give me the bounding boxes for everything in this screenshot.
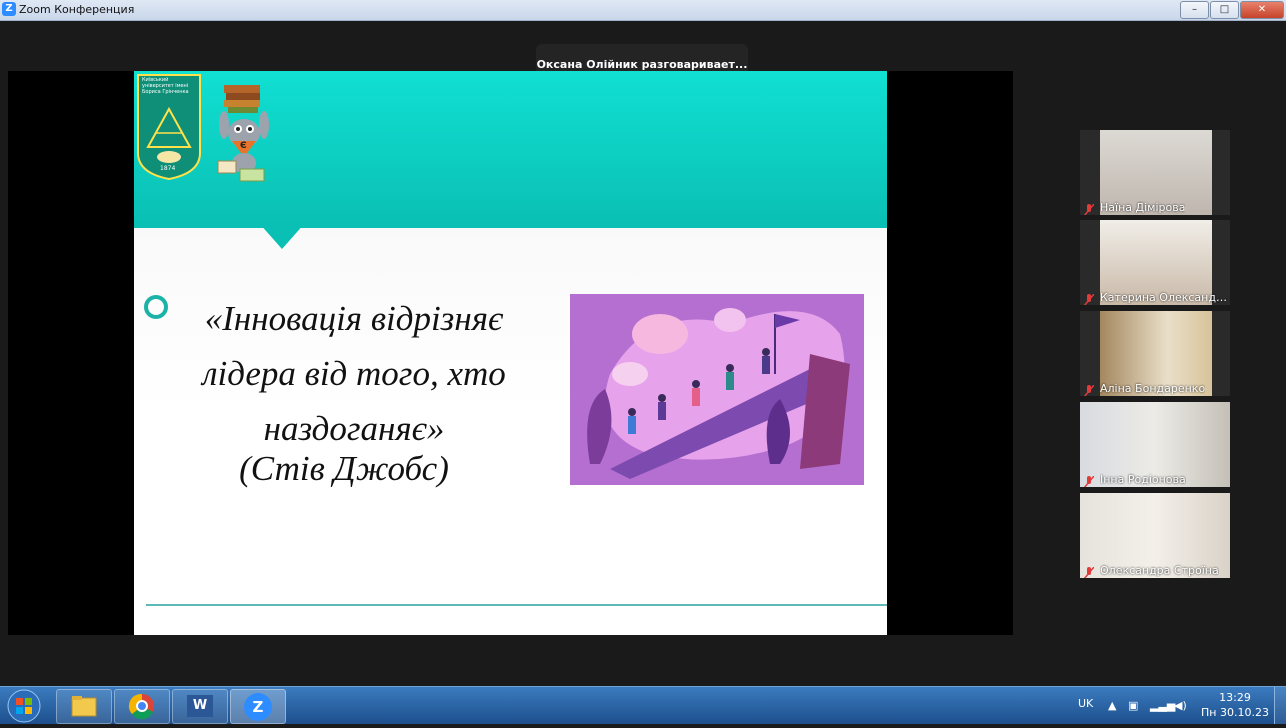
language-indicator[interactable]: UK bbox=[1078, 697, 1093, 710]
windows-taskbar: W Z UK ▲ ▣ ▂▃▅ ◀) 13:29 Пн 30.10.23 bbox=[0, 686, 1286, 724]
close-button[interactable]: ✕ bbox=[1240, 1, 1284, 19]
taskbar-word[interactable]: W bbox=[172, 689, 228, 724]
mascot-letter: Є bbox=[240, 141, 247, 151]
participant-name: Катерина Олександр... bbox=[1100, 291, 1228, 304]
show-desktop-button[interactable] bbox=[1274, 687, 1286, 724]
window-title: Zoom Конференция bbox=[19, 3, 135, 16]
muted-mic-icon bbox=[1083, 382, 1095, 396]
slide-quote-author: (Стів Джобс) bbox=[239, 449, 449, 488]
clock-time: 13:29 bbox=[1219, 691, 1251, 704]
participant-tile[interactable]: Катерина Олександр... bbox=[1080, 220, 1230, 305]
muted-mic-icon bbox=[1083, 291, 1095, 305]
show-hidden-icons-icon[interactable]: ▲ bbox=[1108, 699, 1116, 712]
participant-tile[interactable]: Наїна Дімірова bbox=[1080, 130, 1230, 215]
maximize-button[interactable]: □ bbox=[1210, 1, 1239, 19]
university-name: Київський університет імені Бориса Грінч… bbox=[142, 77, 189, 95]
window-controls: – □ ✕ bbox=[1180, 1, 1284, 19]
taskbar-chrome[interactable] bbox=[114, 689, 170, 724]
participant-name: Наїна Дімірова bbox=[1100, 201, 1186, 214]
participant-name: Інна Родіонова bbox=[1100, 473, 1186, 486]
network-signal-icon[interactable]: ▂▃▅ bbox=[1150, 699, 1175, 712]
zoom-icon: Z bbox=[244, 693, 272, 721]
participant-tile[interactable]: Інна Родіонова bbox=[1080, 402, 1230, 487]
participant-tile[interactable]: Аліна Бондаренко bbox=[1080, 311, 1230, 396]
muted-mic-icon bbox=[1083, 473, 1095, 487]
system-clock[interactable]: 13:29 Пн 30.10.23 bbox=[1200, 690, 1270, 720]
word-icon: W bbox=[187, 695, 213, 717]
muted-mic-icon bbox=[1083, 201, 1095, 215]
participant-name: Аліна Бондаренко bbox=[1100, 382, 1206, 395]
minimize-button[interactable]: – bbox=[1180, 1, 1209, 19]
slide-quote: «Інновація відрізняє лідера від того, хт… bbox=[202, 299, 506, 448]
presentation-slide: Київський університет імені Бориса Грінч… bbox=[134, 71, 887, 635]
clock-date: Пн 30.10.23 bbox=[1201, 706, 1269, 719]
teamwork-illustration bbox=[570, 294, 864, 485]
taskbar-file-explorer[interactable] bbox=[56, 689, 112, 724]
taskbar-zoom[interactable]: Z bbox=[230, 689, 286, 724]
start-button[interactable] bbox=[3, 688, 45, 724]
slide-header-notch bbox=[259, 223, 305, 249]
university-year: 1874 bbox=[160, 165, 176, 172]
zoom-app-icon: Z bbox=[2, 2, 16, 16]
participant-name: Олександра Строїна bbox=[1100, 564, 1219, 577]
meeting-area: Оксана Олійник разговаривает... Київськи… bbox=[0, 21, 1286, 685]
muted-mic-icon bbox=[1083, 564, 1095, 578]
speaker-volume-icon[interactable]: ◀) bbox=[1174, 699, 1187, 712]
university-logo: Київський університет імені Бориса Грінч… bbox=[136, 73, 202, 181]
folder-icon bbox=[71, 696, 97, 717]
slide-bottom-line bbox=[146, 604, 887, 606]
participant-tile[interactable]: Олександра Строїна bbox=[1080, 493, 1230, 578]
chrome-icon bbox=[128, 693, 154, 720]
clipboard-icon[interactable]: ▣ bbox=[1128, 699, 1138, 712]
screen-share-view[interactable]: Київський університет імені Бориса Грінч… bbox=[8, 71, 1013, 635]
window-titlebar: Z Zoom Конференция – □ ✕ bbox=[0, 0, 1286, 21]
mascot-image: Є bbox=[210, 81, 282, 185]
